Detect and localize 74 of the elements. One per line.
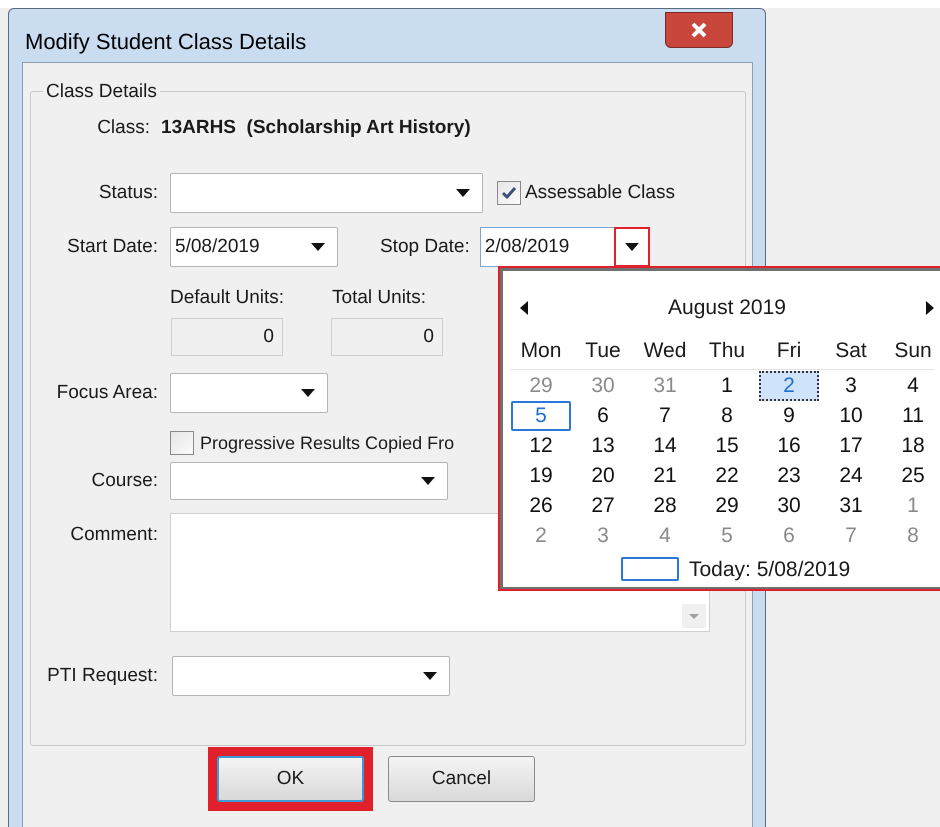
dialog-button[interactable]: OK [217, 756, 364, 802]
calendar-day[interactable]: 15 [697, 430, 757, 460]
caret-icon [624, 243, 639, 251]
calendar-day[interactable]: 11 [883, 400, 940, 430]
field-label: Stop Date: [380, 234, 470, 259]
field-label: Start Date: [66, 234, 158, 259]
calendar-day[interactable]: 20 [573, 460, 633, 490]
checkbox-label: Assessable Class [525, 180, 675, 205]
calendar-day[interactable]: 28 [635, 490, 695, 520]
close-icon [690, 22, 708, 38]
calendar-day[interactable]: 9 [759, 400, 819, 430]
calendar-day[interactable]: 13 [573, 430, 633, 460]
window-title: Modify Student Class Details [25, 28, 306, 56]
weekday-label: Sat [834, 338, 868, 364]
date-picker[interactable]: 5/08/2019 [170, 227, 338, 267]
field-label: Class: [96, 116, 150, 140]
month-title: August 2019 [668, 295, 786, 322]
class-name: 13ARHS (Scholarship Art History) [161, 116, 471, 140]
field-label: Focus Area: [56, 380, 158, 405]
date-picker[interactable]: 2/08/2019 [480, 227, 650, 267]
calendar-day[interactable]: 26 [511, 490, 571, 520]
field-label: Total Units: [332, 286, 426, 310]
calendar-day[interactable]: 10 [821, 400, 881, 430]
caret-icon [456, 189, 470, 197]
calendar-day[interactable]: 19 [511, 460, 571, 490]
weekday-label: Wed [642, 338, 688, 364]
calendar-day[interactable]: 18 [883, 430, 940, 460]
weekday-label: Tue [584, 338, 622, 364]
close-button[interactable] [665, 12, 733, 48]
next-month-icon[interactable] [926, 301, 934, 315]
calendar-day[interactable]: 3 [821, 370, 881, 400]
calendar-day[interactable]: 30 [759, 490, 819, 520]
units-field: 0 [171, 318, 283, 356]
calendar-day[interactable]: 17 [821, 430, 881, 460]
calendar-day[interactable]: 4 [883, 370, 940, 400]
checkbox[interactable] [170, 431, 194, 455]
previous-month-icon[interactable] [520, 301, 528, 315]
calendar-day[interactable]: 27 [573, 490, 633, 520]
calendar-day[interactable]: 14 [635, 430, 695, 460]
caret-icon [311, 243, 325, 251]
calendar-day[interactable]: 25 [883, 460, 940, 490]
weekday-label: Fri [776, 338, 802, 364]
field-label: Course: [90, 468, 158, 493]
units-field: 0 [331, 318, 443, 356]
field-label: Default Units: [170, 286, 286, 310]
weekday-label: Thu [708, 338, 746, 364]
caret-icon [301, 389, 315, 397]
calendar-day[interactable]: 6 [573, 400, 633, 430]
calendar-day[interactable]: 22 [697, 460, 757, 490]
today-marker-icon [621, 557, 679, 582]
calendar-day[interactable]: 16 [759, 430, 819, 460]
field-label: Status: [98, 180, 158, 205]
calendar-day[interactable]: 29 [697, 490, 757, 520]
today-link[interactable]: Today: 5/08/2019 [689, 554, 850, 585]
calendar-day[interactable]: 31 [821, 490, 881, 520]
calendar-day[interactable]: 2 [759, 370, 819, 400]
checkbox[interactable] [497, 181, 521, 205]
dialog-button[interactable]: Cancel [388, 756, 535, 802]
field-label: PTI Request: [46, 664, 158, 688]
calendar-day[interactable]: 5 [511, 400, 571, 430]
checkmark-icon [501, 186, 517, 200]
calendar-day[interactable]: 23 [759, 460, 819, 490]
calendar-day[interactable]: 12 [511, 430, 571, 460]
checkbox-label: Progressive Results Copied Fro [200, 432, 454, 455]
calendar-day[interactable]: 21 [635, 460, 695, 490]
caret-icon [423, 672, 437, 680]
caret-icon [421, 477, 435, 485]
weekday-label: Mon [520, 338, 562, 364]
weekday-label: Sun [893, 338, 933, 364]
field-label: Comment: [69, 523, 158, 547]
calendar-day[interactable]: 8 [697, 400, 757, 430]
calendar-day[interactable]: 7 [635, 400, 695, 430]
calendar-day[interactable]: 1 [697, 370, 757, 400]
calendar-day[interactable]: 24 [821, 460, 881, 490]
